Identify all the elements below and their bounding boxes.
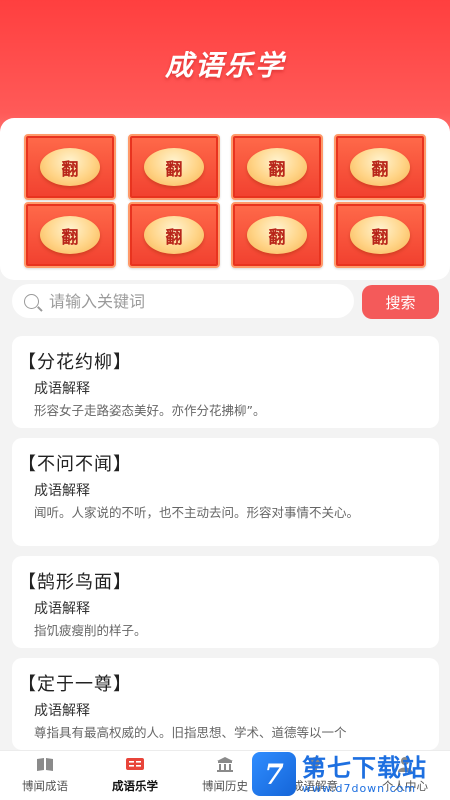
tile-label: 翻 [268,159,286,180]
watermark-title: 第七下载站 [302,753,427,782]
flip-card-7[interactable]: 翻 [231,202,323,268]
nav-label: 博闻成语 [22,779,68,793]
idiom-card[interactable]: 【定于一尊】 成语解释 尊指具有最高权威的人。旧指思想、学术、道德等以一个 [12,658,439,750]
idiom-description: 闻听。人家说的不听，也不主动去问。形容对事情不关心。 [34,505,360,520]
flip-card-6[interactable]: 翻 [128,202,220,268]
idiom-card[interactable]: 【鹄形鸟面】 成语解释 指饥疲瘦削的样子。 [12,556,439,648]
flip-card-1[interactable]: 翻 [24,134,116,200]
flip-card-5[interactable]: 翻 [24,202,116,268]
coin-emblem: 翻 [40,216,100,254]
idiom-subtitle: 成语解释 [34,381,90,397]
tile-label: 翻 [268,227,286,248]
coin-emblem: 翻 [247,216,307,254]
idiom-title: 【定于一尊】 [18,674,132,695]
idiom-description: 尊指具有最高权威的人。旧指思想、学术、道德等以一个 [34,725,347,740]
tile-label: 翻 [165,227,183,248]
page-title: 成语乐学 [164,49,285,82]
idiom-subtitle: 成语解释 [34,601,90,617]
flip-card-8[interactable]: 翻 [334,202,426,268]
cards-icon [126,756,144,772]
coin-emblem: 翻 [350,148,410,186]
watermark-logo: 7 [252,752,296,796]
watermark-text: 第七下载站 www.d7down.com [302,754,427,795]
idiom-subtitle: 成语解释 [34,703,90,719]
flip-card-2[interactable]: 翻 [128,134,220,200]
tile-label: 翻 [371,227,389,248]
search-button[interactable]: 搜索 [362,285,439,319]
idiom-title: 【分花约柳】 [18,352,132,373]
idiom-card[interactable]: 【分花约柳】 成语解释 形容女子走路姿态美好。亦作分花拂柳”。 [12,336,439,428]
nav-label: 博闻历史 [202,779,248,793]
search-icon [24,293,39,309]
site-watermark: 7 第七下载站 www.d7down.com [252,748,450,800]
idiom-subtitle: 成语解释 [34,483,90,499]
idiom-description: 形容女子走路姿态美好。亦作分花拂柳”。 [34,403,266,418]
tile-label: 翻 [371,159,389,180]
nav-label: 成语乐学 [112,779,158,793]
coin-emblem: 翻 [247,148,307,186]
search-bar [12,284,354,318]
search-input[interactable] [49,291,329,311]
tile-label: 翻 [61,227,79,248]
tile-panel: 翻 翻 翻 翻 翻 翻 翻 翻 [0,118,450,280]
idiom-title: 【鹄形鸟面】 [18,572,132,593]
nav-item-idiom-learning[interactable]: 成语乐学 [90,751,180,800]
coin-emblem: 翻 [350,216,410,254]
flip-card-3[interactable]: 翻 [231,134,323,200]
tile-label: 翻 [165,159,183,180]
nav-item-bowen-idioms[interactable]: 博闻成语 [0,751,90,800]
coin-emblem: 翻 [144,216,204,254]
pavilion-icon [216,756,234,772]
book-icon [36,756,54,772]
coin-emblem: 翻 [40,148,100,186]
flip-card-4[interactable]: 翻 [334,134,426,200]
watermark-url: www.d7down.com [302,781,417,795]
idiom-card[interactable]: 【不问不闻】 成语解释 闻听。人家说的不听，也不主动去问。形容对事情不关心。 [12,438,439,546]
coin-emblem: 翻 [144,148,204,186]
idiom-title: 【不问不闻】 [18,454,132,475]
tile-label: 翻 [61,159,79,180]
idiom-description: 指饥疲瘦削的样子。 [34,623,147,638]
